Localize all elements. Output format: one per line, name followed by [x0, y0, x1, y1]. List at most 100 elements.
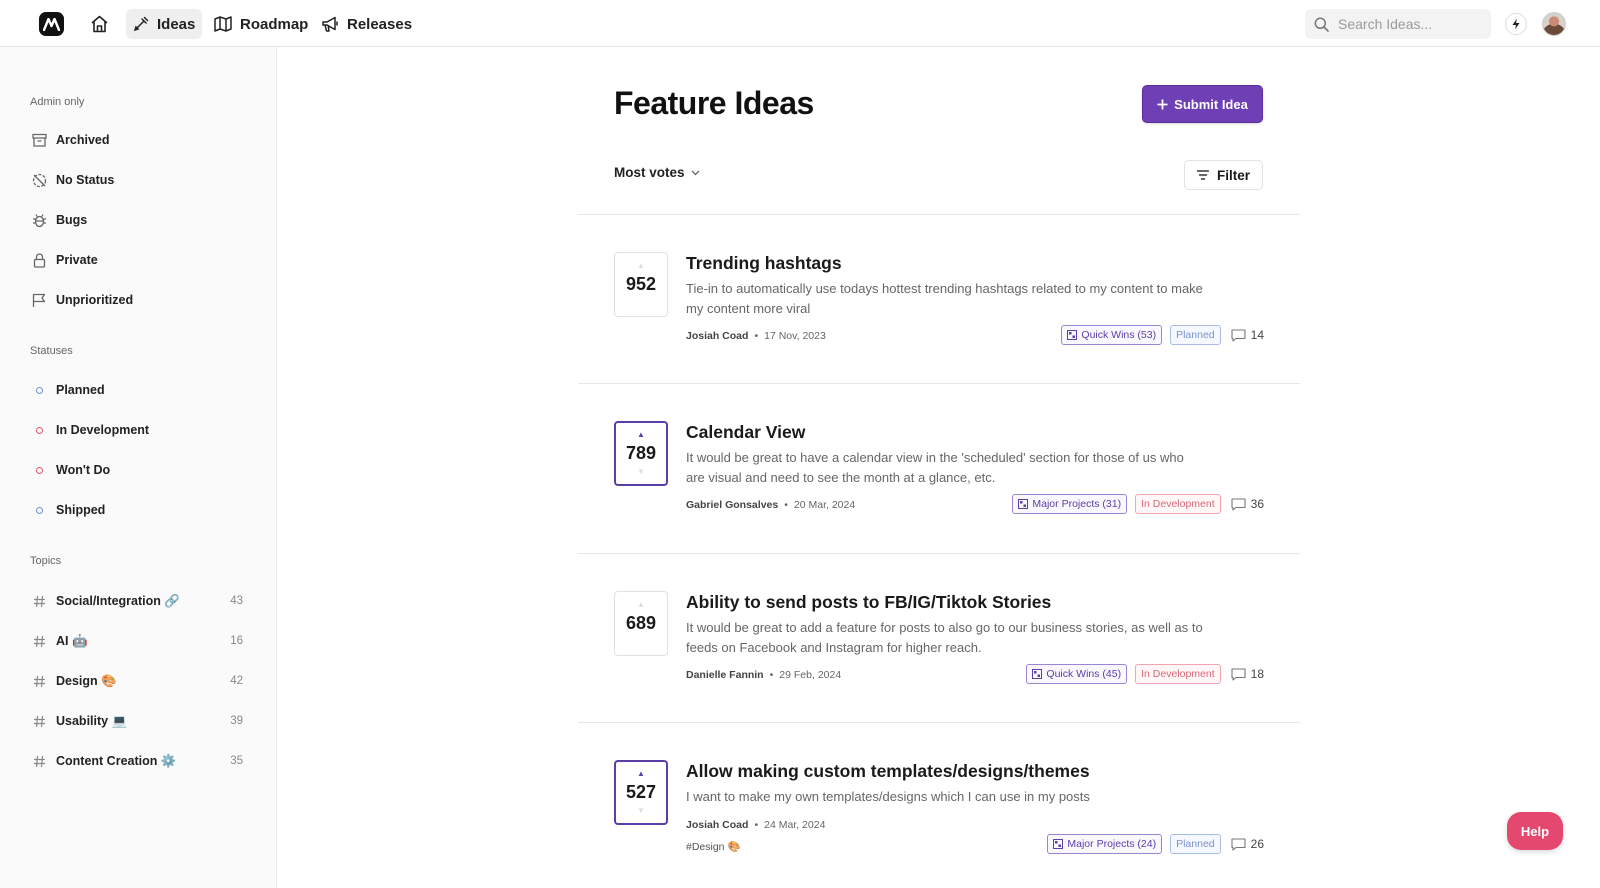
- sidebar-item-bugs[interactable]: Bugs: [31, 209, 243, 231]
- bug-icon: [31, 212, 47, 228]
- vote-box[interactable]: ▲ 689 ▼: [614, 591, 668, 656]
- upvote-arrow-icon[interactable]: ▲: [637, 770, 645, 778]
- lock-icon: [31, 252, 47, 268]
- nav-tab-releases[interactable]: Releases: [314, 9, 419, 39]
- idea-date: 17 Nov, 2023: [764, 330, 826, 342]
- project-badge[interactable]: Major Projects (31): [1012, 494, 1128, 514]
- comments-count[interactable]: 14: [1231, 328, 1264, 342]
- sidebar-item-topic[interactable]: Content Creation ⚙️ 35: [31, 750, 243, 772]
- downvote-arrow-icon[interactable]: ▼: [637, 468, 645, 476]
- vote-box[interactable]: ▲ 952 ▼: [614, 252, 668, 317]
- status-dot-icon: [31, 382, 47, 398]
- project-badge[interactable]: Quick Wins (45): [1026, 664, 1128, 684]
- sidebar-item-topic[interactable]: Design 🎨 42: [31, 670, 243, 692]
- project-badge[interactable]: Quick Wins (53): [1061, 325, 1163, 345]
- project-icon: [1053, 839, 1064, 849]
- home-nav[interactable]: [87, 9, 111, 39]
- idea-card[interactable]: ▲ 789 ▼ Calendar View It would be great …: [614, 421, 1264, 551]
- nav-releases-label: Releases: [347, 15, 413, 33]
- search-box[interactable]: [1305, 9, 1491, 39]
- idea-topic-tag[interactable]: #Design 🎨: [686, 840, 741, 853]
- lightning-icon: [1512, 18, 1520, 30]
- sidebar-item-label: No Status: [56, 173, 115, 187]
- idea-title[interactable]: Trending hashtags: [686, 253, 842, 274]
- comments-count[interactable]: 18: [1231, 667, 1264, 681]
- sidebar-item-in-development[interactable]: In Development: [31, 419, 243, 441]
- archive-icon: [31, 132, 47, 148]
- vote-box[interactable]: ▲ 789 ▼: [614, 421, 668, 486]
- topic-count: 35: [230, 755, 243, 767]
- comment-icon: [1231, 837, 1246, 851]
- sort-label: Most votes: [614, 165, 685, 180]
- topic-count: 16: [230, 635, 243, 647]
- hash-icon: [31, 713, 47, 729]
- sidebar-item-shipped[interactable]: Shipped: [31, 499, 243, 521]
- sidebar-item-label: Private: [56, 253, 98, 267]
- nav-tab-roadmap[interactable]: Roadmap: [207, 9, 315, 39]
- idea-author: Josiah Coad: [686, 819, 749, 831]
- idea-author: Gabriel Gonsalves: [686, 499, 779, 511]
- upvote-arrow-icon[interactable]: ▲: [637, 601, 645, 609]
- vote-count: 689: [625, 613, 657, 633]
- user-avatar[interactable]: [1542, 12, 1566, 36]
- section-title-topics: Topics: [30, 555, 62, 567]
- comments-count-label: 14: [1250, 328, 1264, 342]
- sort-dropdown[interactable]: Most votes: [614, 165, 700, 180]
- comment-icon: [1231, 328, 1246, 342]
- map-icon: [214, 16, 232, 32]
- project-badge[interactable]: Major Projects (24): [1047, 834, 1163, 854]
- page-title: Feature Ideas: [614, 85, 814, 121]
- project-label: Quick Wins (53): [1081, 329, 1157, 341]
- project-icon: [1018, 499, 1029, 509]
- filter-icon: [1196, 170, 1209, 180]
- status-badge: Planned: [1170, 834, 1221, 854]
- sidebar-item-planned[interactable]: Planned: [31, 379, 243, 401]
- sidebar-item-label: Planned: [56, 383, 105, 397]
- comments-count[interactable]: 36: [1231, 497, 1264, 511]
- filter-button[interactable]: Filter: [1184, 160, 1263, 190]
- ideas-icon: [133, 16, 149, 32]
- idea-title[interactable]: Ability to send posts to FB/IG/Tiktok St…: [686, 592, 1051, 613]
- help-button[interactable]: Help: [1507, 812, 1563, 850]
- upvote-arrow-icon[interactable]: ▲: [637, 431, 645, 439]
- idea-card[interactable]: ▲ 952 ▼ Trending hashtags Tie-in to auto…: [614, 252, 1264, 382]
- topic-count: 42: [230, 675, 243, 687]
- filter-label: Filter: [1216, 167, 1250, 183]
- flag-icon: [31, 292, 47, 308]
- sidebar-item-wont-do[interactable]: Won't Do: [31, 459, 243, 481]
- vote-box[interactable]: ▲ 527 ▼: [614, 760, 668, 825]
- sidebar: Admin only Archived No Status Bugs Priva…: [0, 47, 277, 888]
- idea-date: 24 Mar, 2024: [764, 819, 826, 831]
- idea-meta: Josiah Coad • 24 Mar, 2024: [686, 819, 825, 831]
- section-title-statuses: Statuses: [30, 345, 73, 357]
- sidebar-item-topic[interactable]: Usability 💻 39: [31, 710, 243, 732]
- sidebar-item-label: Unprioritized: [56, 293, 134, 307]
- top-bar: Ideas Roadmap Releases: [0, 0, 1600, 47]
- sidebar-item-private[interactable]: Private: [31, 249, 243, 271]
- project-icon: [1032, 669, 1043, 679]
- idea-title[interactable]: Allow making custom templates/designs/th…: [686, 761, 1090, 782]
- project-label: Quick Wins (45): [1046, 668, 1122, 680]
- submit-idea-button[interactable]: Submit Idea: [1142, 85, 1263, 123]
- sidebar-item-topic[interactable]: Social/Integration 🔗 43: [31, 590, 243, 612]
- idea-title[interactable]: Calendar View: [686, 422, 805, 443]
- app-logo[interactable]: [39, 12, 64, 36]
- hash-icon: [31, 633, 47, 649]
- updates-button[interactable]: [1505, 13, 1527, 35]
- idea-meta: Danielle Fannin • 29 Feb, 2024: [686, 669, 841, 681]
- comments-count[interactable]: 26: [1231, 837, 1264, 851]
- idea-card[interactable]: ▲ 527 ▼ Allow making custom templates/de…: [614, 760, 1264, 888]
- sidebar-item-no-status[interactable]: No Status: [31, 169, 243, 191]
- topic-count: 39: [230, 715, 243, 727]
- divider: [578, 722, 1300, 723]
- sidebar-item-topic[interactable]: AI 🤖 16: [31, 630, 243, 652]
- comment-icon: [1231, 667, 1246, 681]
- sidebar-item-archived[interactable]: Archived: [31, 129, 243, 151]
- upvote-arrow-icon[interactable]: ▲: [637, 262, 645, 270]
- downvote-arrow-icon[interactable]: ▼: [637, 807, 645, 815]
- sidebar-item-unprioritized[interactable]: Unprioritized: [31, 289, 243, 311]
- home-icon: [90, 15, 108, 33]
- idea-card[interactable]: ▲ 689 ▼ Ability to send posts to FB/IG/T…: [614, 591, 1264, 721]
- search-input[interactable]: [1338, 16, 1478, 32]
- nav-tab-ideas[interactable]: Ideas: [126, 9, 203, 39]
